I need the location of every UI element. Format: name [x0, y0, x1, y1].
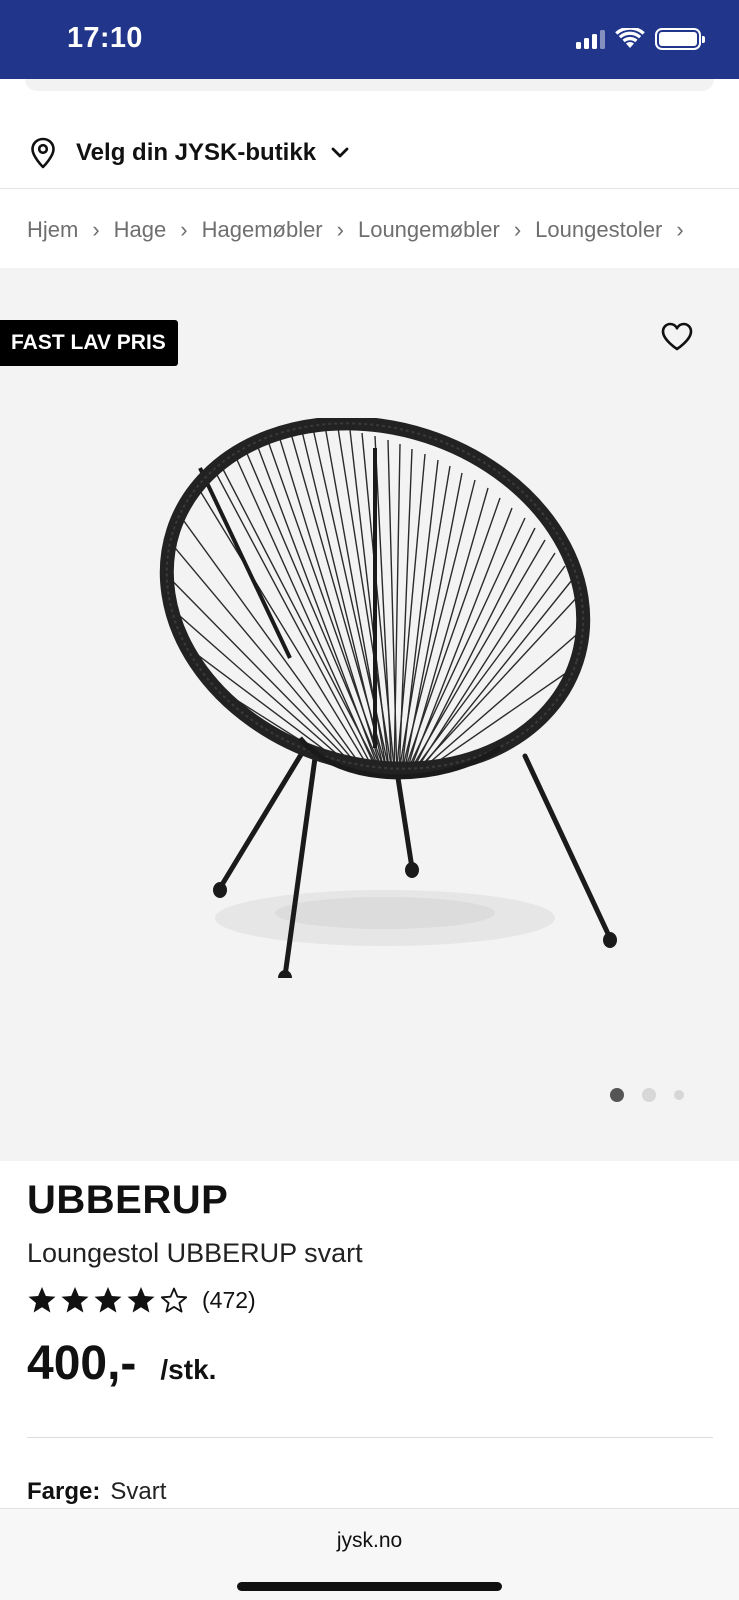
search-bar-remnant[interactable] [25, 79, 714, 91]
url-text[interactable]: jysk.no [0, 1529, 739, 1553]
breadcrumb-item-hage[interactable]: Hage [114, 217, 167, 243]
chevron-right-icon: › [336, 217, 344, 242]
price-badge: FAST LAV PRIS [0, 320, 178, 366]
color-selector[interactable]: Farge: Svart [27, 1478, 166, 1506]
chevron-right-icon: › [92, 217, 100, 242]
star-empty-icon [160, 1287, 188, 1313]
location-pin-icon [31, 137, 55, 168]
breadcrumb-item-hjem[interactable]: Hjem [27, 217, 78, 243]
home-indicator[interactable] [237, 1582, 502, 1591]
status-bar: 17:10 [0, 0, 739, 79]
chevron-down-icon [331, 147, 349, 157]
price-row: 400,- /stk. [27, 1336, 216, 1391]
gallery-dot-2[interactable] [642, 1088, 656, 1102]
star-filled-icon [127, 1287, 155, 1313]
color-label: Farge: [27, 1478, 101, 1505]
chevron-right-icon: › [513, 217, 522, 242]
review-count[interactable]: (472) [202, 1287, 256, 1314]
status-time: 17:10 [67, 22, 143, 54]
breadcrumb-item-loungestoler[interactable]: Loungestoler [535, 217, 662, 243]
product-rating[interactable]: (472) [27, 1285, 256, 1315]
battery-icon [655, 28, 705, 50]
product-price: 400,- [27, 1337, 137, 1390]
gallery-dot-3[interactable] [674, 1090, 684, 1100]
color-value: Svart [110, 1478, 167, 1505]
product-image-gallery[interactable]: FAST LAV PRIS [0, 268, 739, 1161]
store-selector[interactable]: Velg din JYSK-butikk [0, 117, 739, 189]
breadcrumb-item-hagemobler[interactable]: Hagemøbler [202, 217, 323, 243]
star-filled-icon [94, 1287, 122, 1313]
status-icons [576, 28, 705, 50]
chevron-right-icon: › [180, 217, 188, 242]
gallery-dot-1[interactable] [610, 1088, 624, 1102]
browser-url-bar[interactable]: jysk.no [0, 1508, 739, 1600]
product-brand: UBBERUP [27, 1178, 229, 1222]
chevron-right-icon: › [676, 217, 684, 242]
star-filled-icon [28, 1287, 56, 1313]
product-name: Loungestol UBBERUP svart [27, 1238, 363, 1268]
signal-icon [576, 29, 605, 49]
breadcrumb-item-loungemobler[interactable]: Loungemøbler [358, 217, 500, 243]
store-selector-label: Velg din JYSK-butikk [76, 138, 317, 166]
breadcrumb: Hjem › Hage › Hagemøbler › Loungemøbler … [27, 212, 698, 248]
product-image-chair [144, 418, 617, 978]
divider [27, 1437, 713, 1438]
wifi-icon [615, 28, 645, 48]
price-unit: /stk. [160, 1354, 217, 1385]
star-filled-icon [61, 1287, 89, 1313]
heart-icon[interactable] [660, 320, 694, 354]
gallery-pagination[interactable] [610, 1088, 684, 1102]
